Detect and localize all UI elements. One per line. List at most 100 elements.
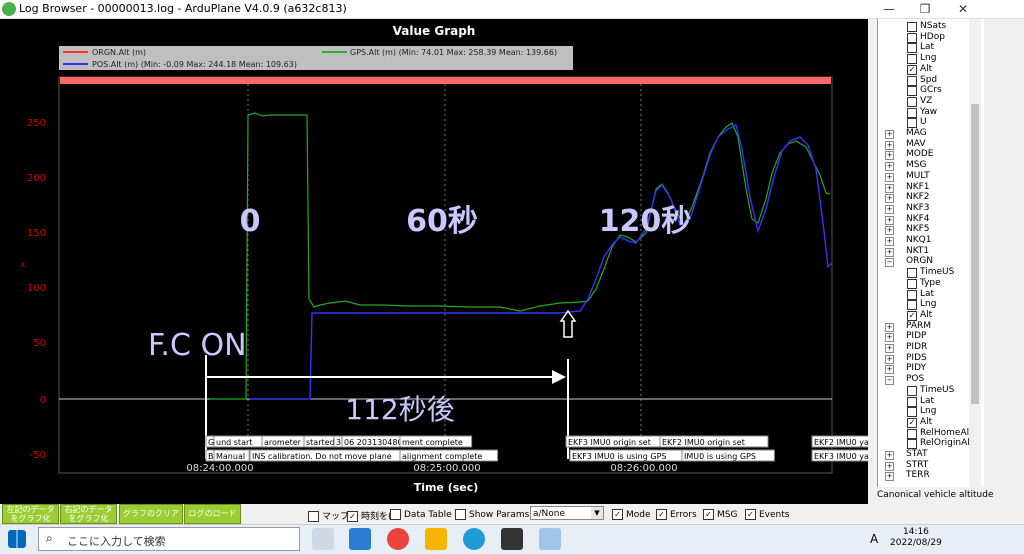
tree-node-label: NSats bbox=[920, 21, 947, 31]
expand-icon[interactable]: + bbox=[885, 472, 894, 482]
tree-node-label: U bbox=[920, 117, 927, 128]
tree-checkbox[interactable] bbox=[907, 118, 917, 129]
tree-checkbox[interactable]: ✓ bbox=[907, 310, 917, 321]
ime-indicator[interactable]: A bbox=[870, 532, 878, 546]
expand-icon[interactable]: − bbox=[885, 258, 894, 268]
chevron-down-icon[interactable]: ▼ bbox=[591, 507, 603, 519]
expand-icon[interactable]: + bbox=[885, 215, 894, 225]
clock[interactable]: 14:16 2022/08/29 bbox=[890, 527, 942, 549]
expand-icon[interactable]: + bbox=[885, 140, 894, 150]
tree-node-label: GCrs bbox=[920, 85, 942, 96]
app-icon bbox=[2, 2, 16, 16]
expand-icon[interactable]: + bbox=[885, 344, 894, 353]
tree-checkbox[interactable] bbox=[907, 289, 917, 300]
tree-checkbox[interactable] bbox=[907, 86, 917, 97]
taskbar-search[interactable]: ⌕ ここに入力して検索 bbox=[38, 527, 300, 551]
y-tick-label: 250 bbox=[27, 118, 46, 129]
tree-node-label: Alt bbox=[920, 309, 933, 320]
mission-planner-icon[interactable] bbox=[501, 528, 523, 550]
event-label: EKF3 IMU0 origin set bbox=[568, 438, 651, 447]
expand-icon[interactable]: + bbox=[885, 194, 894, 204]
tree-node-label: RelHomeAlt bbox=[920, 427, 973, 438]
expand-icon[interactable]: + bbox=[885, 204, 894, 214]
event-label: und start bbox=[216, 438, 252, 447]
tree-node-label: PARM bbox=[906, 320, 932, 331]
clock-date: 2022/08/29 bbox=[890, 538, 942, 548]
event-label: EKF3 IMU0 is using GPS bbox=[572, 452, 666, 461]
tree-checkbox[interactable] bbox=[907, 107, 917, 118]
expand-icon[interactable]: + bbox=[885, 151, 894, 161]
task-view-icon[interactable] bbox=[312, 528, 334, 550]
time-checkbox[interactable]: ✓ 時刻を( bbox=[347, 509, 392, 522]
expand-icon[interactable]: + bbox=[885, 183, 894, 193]
tree-checkbox[interactable] bbox=[907, 278, 917, 289]
tree-checkbox[interactable] bbox=[907, 32, 917, 43]
expand-icon[interactable]: + bbox=[885, 365, 894, 375]
errors-checkbox[interactable]: ✓ Errors bbox=[656, 509, 697, 520]
tree-node-label: STRT bbox=[906, 459, 929, 470]
mode-checkbox[interactable]: ✓ Mode bbox=[612, 509, 651, 520]
expand-icon[interactable]: + bbox=[885, 172, 894, 182]
mail-icon[interactable] bbox=[349, 528, 371, 550]
expand-icon[interactable]: − bbox=[885, 376, 894, 386]
tree-checkbox[interactable] bbox=[907, 75, 917, 86]
tree-node-label: NKF1 bbox=[906, 181, 930, 192]
tree-checkbox[interactable] bbox=[907, 300, 917, 311]
message-combo[interactable]: a/None ▼ bbox=[530, 506, 604, 520]
tree-checkbox[interactable]: ✓ bbox=[907, 64, 917, 75]
tree-scrollbar[interactable] bbox=[969, 19, 981, 487]
tree-checkbox[interactable] bbox=[907, 268, 917, 279]
expand-icon[interactable]: + bbox=[885, 333, 894, 343]
expand-icon[interactable]: + bbox=[885, 237, 894, 246]
tree-checkbox[interactable]: ✓ bbox=[907, 417, 917, 428]
tree-checkbox[interactable] bbox=[907, 385, 917, 396]
maximize-button[interactable]: ❐ bbox=[908, 0, 942, 18]
expand-icon[interactable]: + bbox=[885, 322, 894, 332]
windows-start-icon[interactable] bbox=[8, 530, 26, 548]
graph-right-button[interactable]: 右記のデータ をグラフ化 bbox=[60, 504, 117, 524]
expand-icon[interactable]: + bbox=[885, 226, 894, 236]
tree-node-label: MAG bbox=[906, 128, 927, 138]
expand-icon[interactable]: + bbox=[885, 247, 894, 257]
tree-checkbox[interactable] bbox=[907, 54, 917, 65]
tree-checkbox[interactable] bbox=[907, 439, 917, 450]
orgn-series-bar bbox=[60, 77, 831, 84]
events-checkbox[interactable]: ✓ Events bbox=[745, 509, 789, 520]
expand-icon[interactable]: + bbox=[885, 162, 894, 172]
expand-icon[interactable]: + bbox=[885, 354, 894, 364]
clear-graph-button[interactable]: グラフのクリア bbox=[119, 504, 183, 524]
graph-svg: Value Graph ORGN.Alt (m) POS.Alt (m) (Mi… bbox=[20, 24, 868, 494]
app-icon-2[interactable] bbox=[539, 528, 561, 550]
tree-node-label: Lng bbox=[920, 53, 937, 64]
tree-node-label: PIDY bbox=[906, 363, 927, 374]
up-arrow-icon bbox=[559, 309, 577, 338]
value-graph[interactable]: Value Graph ORGN.Alt (m) POS.Alt (m) (Mi… bbox=[0, 19, 868, 504]
scrollbar-thumb[interactable] bbox=[971, 104, 979, 404]
graph-title: Value Graph bbox=[393, 24, 476, 38]
tree-checkbox[interactable] bbox=[907, 396, 917, 407]
x-tick-3: 08:26:00.000 bbox=[610, 463, 677, 474]
tree-checkbox[interactable] bbox=[907, 22, 917, 32]
close-button[interactable]: ✕ bbox=[946, 0, 980, 18]
minimize-button[interactable]: — bbox=[872, 0, 906, 18]
search-icon: ⌕ bbox=[46, 531, 53, 545]
tree-checkbox[interactable] bbox=[907, 43, 917, 54]
msg-checkbox[interactable]: ✓ MSG bbox=[703, 509, 737, 520]
tree-checkbox[interactable] bbox=[907, 428, 917, 439]
load-log-button[interactable]: ログのロード bbox=[184, 504, 241, 524]
graph-left-button[interactable]: 左記のデータ をグラフ化 bbox=[2, 504, 59, 524]
tree-node-label: MAV bbox=[906, 138, 926, 149]
y-tick-label: 50 bbox=[33, 338, 46, 349]
tree-checkbox[interactable] bbox=[907, 96, 917, 107]
chrome-icon[interactable] bbox=[387, 528, 409, 550]
tree-checkbox[interactable] bbox=[907, 407, 917, 418]
explorer-icon[interactable] bbox=[425, 528, 447, 550]
data-table-checkbox[interactable]: Data Table bbox=[390, 509, 452, 520]
event-label: 06 203130480 bbox=[344, 438, 403, 447]
expand-icon[interactable]: + bbox=[885, 461, 894, 471]
show-params-checkbox[interactable]: Show Params bbox=[455, 509, 529, 520]
field-tree[interactable]: NSats HDop Lat Lng ✓ Alt Spd GCrs VZ Yaw U + MAG + MAV… bbox=[877, 19, 984, 487]
expand-icon[interactable]: + bbox=[885, 451, 894, 460]
edge-icon[interactable] bbox=[463, 528, 485, 550]
expand-icon[interactable]: + bbox=[885, 130, 894, 139]
